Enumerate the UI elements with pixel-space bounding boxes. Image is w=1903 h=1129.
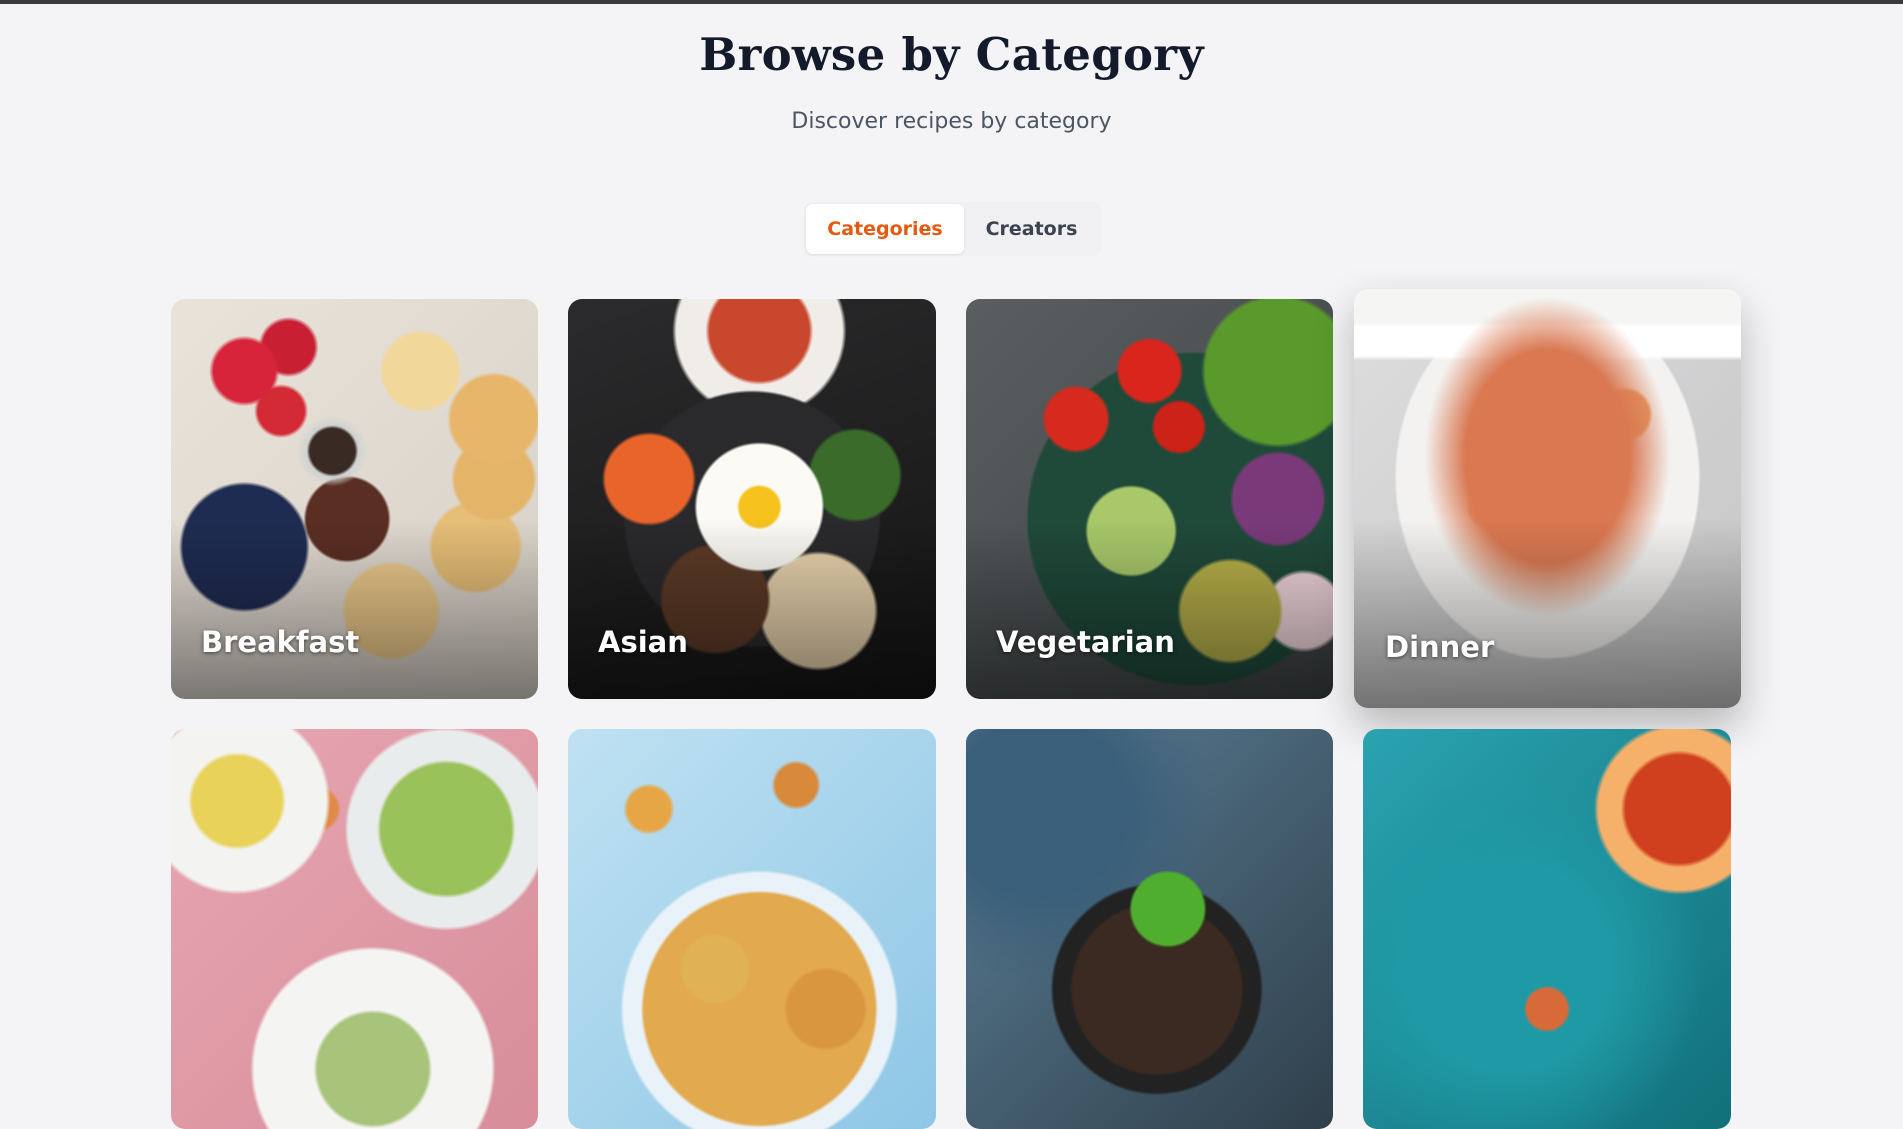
category-image [568,729,936,1129]
category-card-asian[interactable]: Asian [568,299,936,699]
page-title: Browse by Category [699,28,1204,81]
category-image [966,729,1333,1129]
category-card[interactable] [568,729,936,1129]
view-tabs: Categories Creators [804,202,1101,256]
tab-categories[interactable]: Categories [806,204,964,254]
category-card-label: Breakfast [201,625,360,659]
category-card-label: Asian [598,625,688,659]
page-subtitle: Discover recipes by category [791,109,1112,134]
tab-creators[interactable]: Creators [964,204,1099,254]
category-card-breakfast[interactable]: Breakfast [171,299,538,699]
category-card[interactable] [966,729,1333,1129]
category-image [1363,729,1731,1129]
category-card-dinner[interactable]: Dinner [1354,289,1741,708]
category-card[interactable] [171,729,538,1129]
category-card-vegetarian[interactable]: Vegetarian [966,299,1333,699]
category-card-label: Vegetarian [996,625,1175,659]
category-card[interactable] [1363,729,1731,1129]
category-image [171,729,538,1129]
top-border [0,0,1903,4]
category-card-label: Dinner [1385,630,1495,664]
